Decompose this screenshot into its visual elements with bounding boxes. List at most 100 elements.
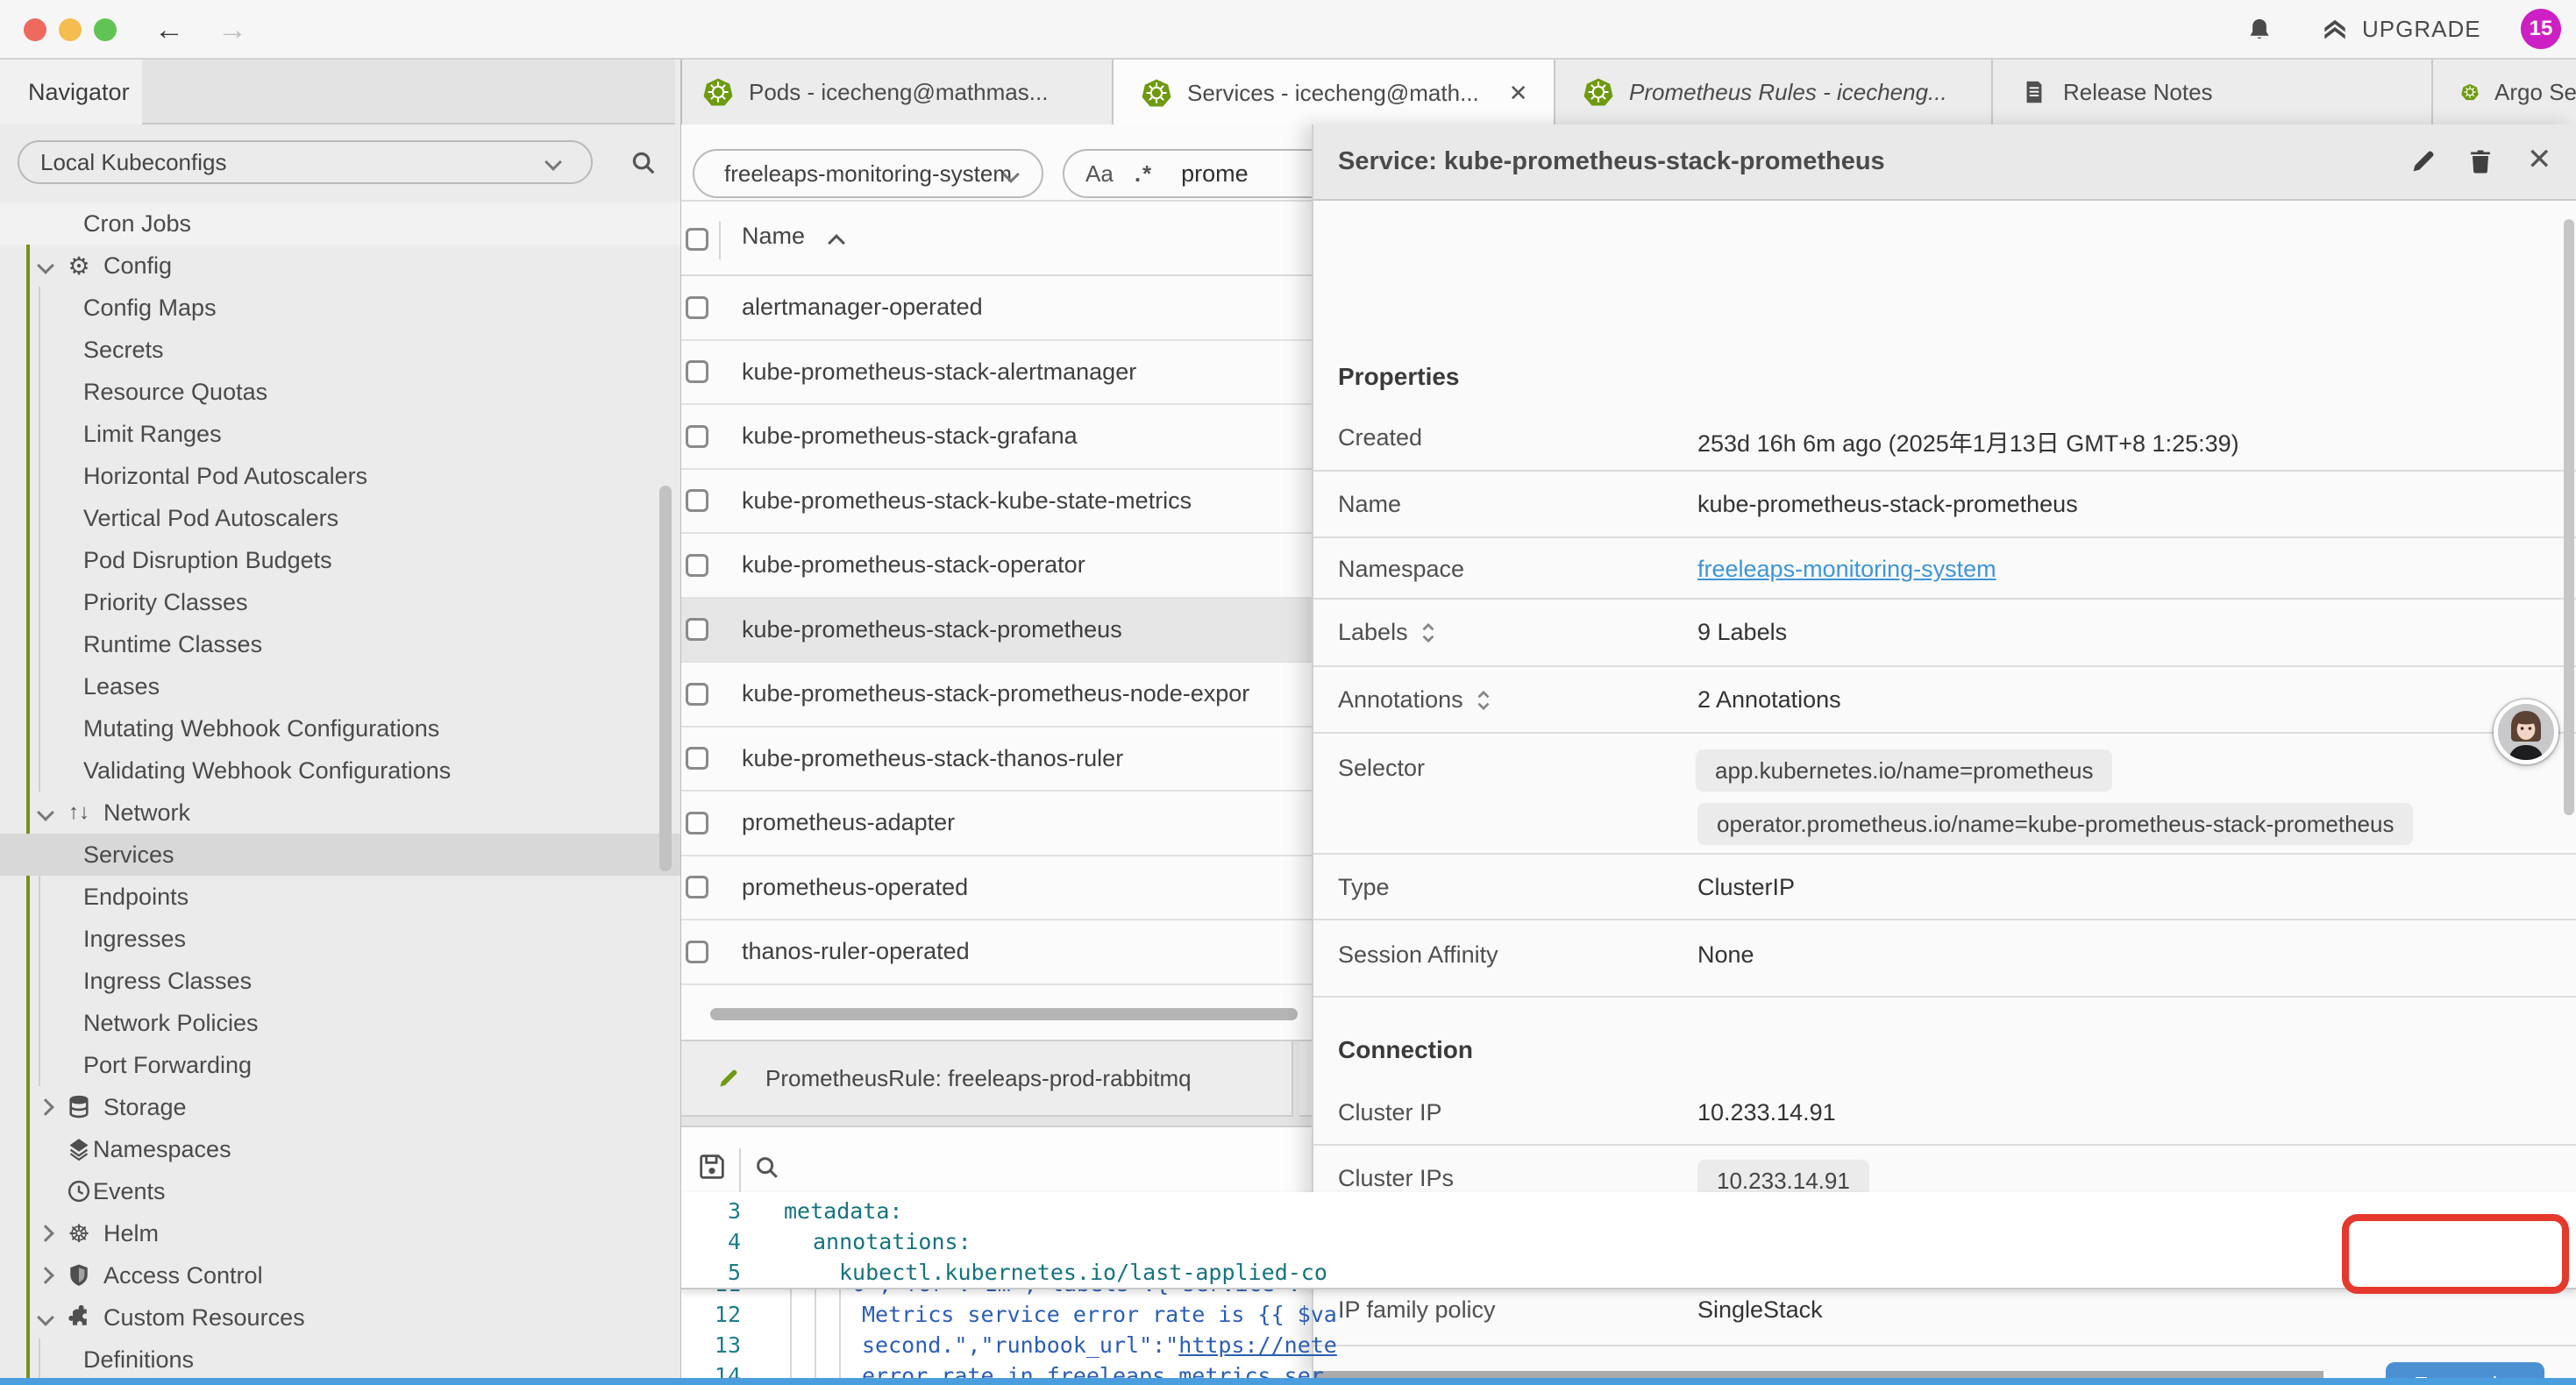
close-window-button[interactable] — [24, 18, 46, 41]
avatar[interactable] — [2494, 700, 2558, 764]
property-row-namespace: Namespace freeleaps-monitoring-system — [1313, 538, 2576, 600]
back-arrow-icon[interactable]: ← — [154, 9, 184, 51]
tab-services[interactable]: Services - icecheng@math... ✕ — [1114, 60, 1555, 126]
row-checkbox[interactable] — [686, 941, 708, 963]
row-checkbox[interactable] — [686, 812, 708, 835]
kubernetes-icon — [2461, 77, 2479, 107]
sidebar-item-runtime-classes[interactable]: Runtime Classes — [0, 623, 680, 665]
chevron-right-icon — [37, 1225, 54, 1242]
row-checkbox[interactable] — [686, 360, 708, 383]
zoom-window-button[interactable] — [94, 18, 117, 41]
kubernetes-icon — [1583, 77, 1613, 107]
properties-heading: Properties — [1338, 363, 1460, 391]
expander-icon[interactable] — [1474, 689, 1493, 712]
editor-search-icon[interactable] — [753, 1154, 781, 1182]
row-checkbox[interactable] — [686, 425, 708, 448]
code-link[interactable]: https://nete — [1178, 1332, 1337, 1358]
sidebar-item-resource-quotas[interactable]: Resource Quotas — [0, 371, 680, 413]
sidebar-item-services[interactable]: Services — [0, 834, 680, 876]
sidebar-item-pod-disruption-budgets[interactable]: Pod Disruption Budgets — [0, 539, 680, 581]
sidebar-item-namespaces[interactable]: Namespaces — [0, 1128, 680, 1170]
sidebar-item-helm[interactable]: ☸ Helm — [0, 1212, 680, 1254]
sidebar-item-secrets[interactable]: Secrets — [0, 329, 680, 371]
upgrade-button[interactable]: UPGRADE — [2320, 14, 2481, 44]
layers-diamond-icon — [65, 1135, 93, 1163]
save-icon[interactable] — [697, 1152, 727, 1182]
edit-icon[interactable] — [2409, 147, 2437, 175]
sidebar-item-network[interactable]: ↑↓ Network — [0, 792, 680, 834]
sidebar-search-icon[interactable] — [630, 149, 658, 177]
notification-count-badge[interactable]: 15 — [2521, 9, 2561, 49]
sidebar-item-leases[interactable]: Leases — [0, 665, 680, 707]
property-row-annotations: Annotations 2 Annotations — [1313, 667, 2576, 734]
tab-label: Release Notes — [2063, 79, 2213, 106]
tab-label: Pods - icecheng@mathmas... — [749, 79, 1048, 106]
navigator-tab[interactable]: Navigator — [0, 60, 142, 124]
sort-asc-icon[interactable] — [828, 234, 845, 252]
row-checkbox[interactable] — [686, 683, 708, 706]
app-window: ← → UPGRADE 15 Navigator Pods - icecheng… — [0, 0, 2576, 1385]
name-column-header[interactable]: Name — [742, 223, 805, 250]
sidebar-item-definitions[interactable]: Definitions — [0, 1339, 680, 1378]
detail-header: Service: kube-prometheus-stack-prometheu… — [1313, 124, 2576, 201]
tab-prometheus-rules[interactable]: Prometheus Rules - icecheng... — [1555, 60, 1993, 124]
sidebar-item-ingress-classes[interactable]: Ingress Classes — [0, 960, 680, 1002]
tab-argo[interactable]: Argo Se — [2433, 60, 2576, 124]
sidebar-item-port-forwarding[interactable]: Port Forwarding — [0, 1044, 680, 1086]
sidebar-item-priority-classes[interactable]: Priority Classes — [0, 581, 680, 623]
bell-icon[interactable] — [2246, 16, 2273, 44]
connection-heading: Connection — [1338, 1036, 1473, 1064]
regex-toggle[interactable]: .* — [1135, 160, 1153, 188]
property-row-labels: Labels 9 Labels — [1313, 600, 2576, 667]
document-icon — [2021, 78, 2047, 106]
namespace-link[interactable]: freeleaps-monitoring-system — [1697, 556, 1996, 583]
tab-pods[interactable]: Pods - icecheng@mathmas... — [675, 60, 1114, 124]
sidebar-item-cron-jobs[interactable]: Cron Jobs — [0, 202, 680, 245]
row-checkbox[interactable] — [686, 876, 708, 898]
code-line: metadata: — [784, 1198, 902, 1224]
sidebar-item-access-control[interactable]: Access Control — [0, 1254, 680, 1296]
sidebar-item-limit-ranges[interactable]: Limit Ranges — [0, 413, 680, 455]
sidebar-scrollbar[interactable] — [659, 486, 672, 871]
row-checkbox[interactable] — [686, 618, 708, 641]
sidebar-item-config[interactable]: ⚙ Config — [0, 245, 680, 287]
search-query-text: prome — [1181, 160, 1249, 188]
tab-release-notes[interactable]: Release Notes — [1993, 60, 2433, 124]
sidebar-item-network-policies[interactable]: Network Policies — [0, 1002, 680, 1044]
chevron-down-icon — [37, 257, 54, 274]
tab-label: Prometheus Rules - icecheng... — [1629, 79, 1947, 106]
select-all-checkbox[interactable] — [686, 228, 708, 251]
match-case-toggle[interactable]: Aa — [1085, 160, 1114, 188]
window-titlebar: ← → UPGRADE 15 — [0, 0, 2576, 60]
sidebar-item-horizontal-pod-autoscalers[interactable]: Horizontal Pod Autoscalers — [0, 455, 680, 497]
kubeconfig-select[interactable]: Local Kubeconfigs — [18, 140, 593, 184]
delete-icon[interactable] — [2467, 147, 2494, 175]
table-horizontal-scrollbar[interactable] — [710, 1008, 1298, 1020]
close-tab-icon[interactable]: ✕ — [1509, 80, 1528, 107]
sidebar-item-ingresses[interactable]: Ingresses — [0, 918, 680, 960]
selector-chip: app.kubernetes.io/name=prometheus — [1696, 749, 2112, 792]
forward-arrow-icon[interactable]: → — [217, 9, 247, 51]
sidebar-item-events[interactable]: Events — [0, 1170, 680, 1212]
expander-icon[interactable] — [1419, 621, 1438, 644]
sidebar-item-endpoints[interactable]: Endpoints — [0, 876, 680, 918]
close-panel-icon[interactable]: ✕ — [2527, 142, 2552, 177]
sidebar-item-storage[interactable]: Storage — [0, 1086, 680, 1128]
namespace-select-value: freeleaps-monitoring-system — [724, 160, 1012, 188]
editor-tab-prometheusrule[interactable]: PrometheusRule: freeleaps-prod-rabbitmq — [681, 1041, 1293, 1117]
sidebar-item-vertical-pod-autoscalers[interactable]: Vertical Pod Autoscalers — [0, 497, 680, 539]
row-checkbox[interactable] — [686, 554, 708, 577]
row-checkbox[interactable] — [686, 296, 708, 319]
sidebar-item-config-maps[interactable]: Config Maps — [0, 287, 680, 329]
yaml-editor[interactable]: 110","for":"1m","labels":{"service":" 12… — [681, 1227, 2576, 1378]
row-checkbox[interactable] — [686, 747, 708, 770]
sidebar-item-mutating-webhook-configurations[interactable]: Mutating Webhook Configurations — [0, 707, 680, 749]
sidebar-item-custom-resources[interactable]: Custom Resources — [0, 1296, 680, 1339]
highlight-annotation — [2342, 1214, 2569, 1294]
namespace-select[interactable]: freeleaps-monitoring-system — [693, 149, 1043, 198]
detail-vertical-scrollbar[interactable] — [2564, 219, 2574, 815]
row-checkbox[interactable] — [686, 489, 708, 512]
chevron-down-icon — [544, 153, 562, 171]
sidebar-item-validating-webhook-configurations[interactable]: Validating Webhook Configurations — [0, 749, 680, 792]
minimize-window-button[interactable] — [59, 18, 82, 41]
